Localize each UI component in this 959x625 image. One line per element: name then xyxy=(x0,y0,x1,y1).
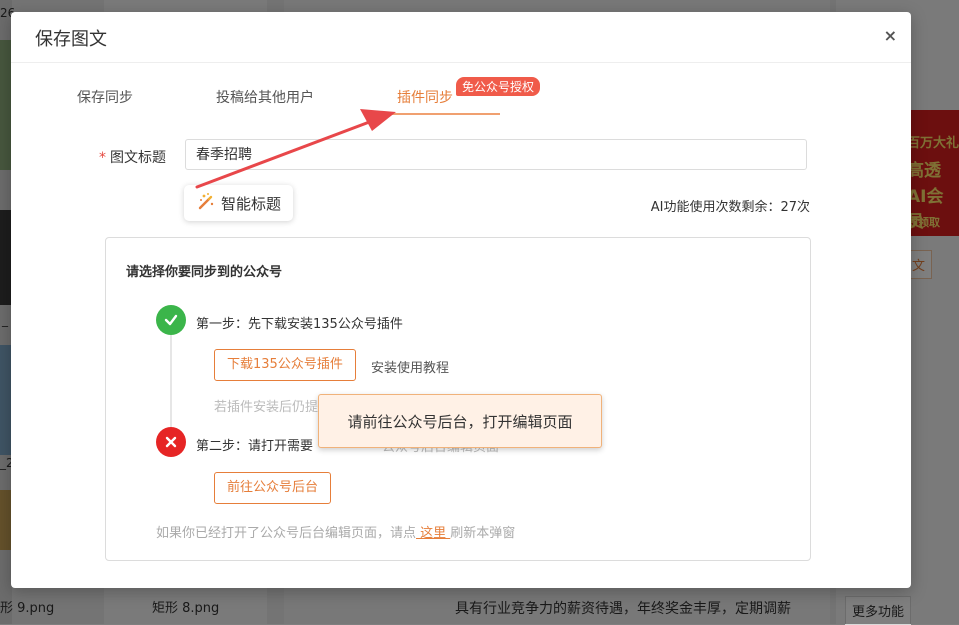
step2-text: 第二步：请打开需要 xyxy=(196,439,314,454)
save-article-modal: 保存图文 × 保存同步 投稿给其他用户 插件同步 免公众号授权 * 图文标题 春季… xyxy=(11,12,911,588)
cross-icon xyxy=(156,427,186,457)
step1-text: 第一步：先下载安装135公众号插件 xyxy=(196,317,403,332)
close-icon[interactable]: × xyxy=(884,26,897,45)
goto-admin-button[interactable]: 前往公众号后台 xyxy=(214,472,332,504)
install-tutorial-link[interactable]: 安装使用教程 xyxy=(371,357,449,376)
tab-plugin-sync[interactable]: 插件同步 xyxy=(397,87,453,107)
instruction-tooltip: 请前往公众号后台，打开编辑页面 xyxy=(318,394,602,448)
refresh-hint-suffix: 刷新本弹窗 xyxy=(450,526,516,541)
active-tab-underline xyxy=(379,113,500,115)
refresh-hint-prefix: 如果你已经打开了公众号后台编辑页面，请点 xyxy=(156,526,417,541)
magic-wand-icon xyxy=(196,191,216,215)
title-label-text: 图文标题 xyxy=(110,150,166,166)
panel-heading: 请选择你要同步到的公众号 xyxy=(126,265,283,280)
ai-usage-remaining: AI功能使用次数剩余：27次 xyxy=(650,200,810,215)
check-icon xyxy=(156,305,186,335)
download-plugin-button[interactable]: 下载135公众号插件 xyxy=(214,349,356,381)
refresh-here-link[interactable]: 这里 xyxy=(416,526,450,541)
smart-title-label: 智能标题 xyxy=(220,194,281,213)
title-field-label: * 图文标题 xyxy=(99,147,166,167)
refresh-hint: 如果你已经打开了公众号后台编辑页面，请点 这里 刷新本弹窗 xyxy=(156,522,515,541)
step1-hint: 若插件安装后仍提 xyxy=(214,400,319,415)
step-connector xyxy=(170,335,172,427)
divider xyxy=(11,62,911,63)
required-mark: * xyxy=(99,150,106,166)
no-auth-badge: 免公众号授权 xyxy=(456,77,541,96)
tab-submit-to-others[interactable]: 投稿给其他用户 xyxy=(216,87,314,107)
smart-title-button[interactable]: 智能标题 xyxy=(184,185,293,221)
tab-save-sync[interactable]: 保存同步 xyxy=(77,87,133,107)
article-title-input[interactable]: 春季招聘 xyxy=(185,139,807,170)
modal-title: 保存图文 xyxy=(35,29,107,50)
